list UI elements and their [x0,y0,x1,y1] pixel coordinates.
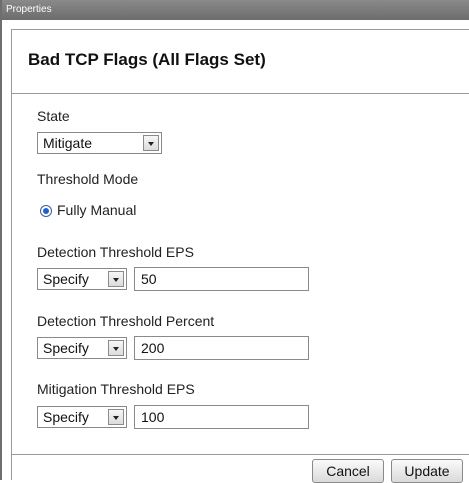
detection-eps-input[interactable]: 50 [134,267,309,291]
detection-eps-mode-select[interactable]: Specify [37,268,127,290]
detection-eps-label: Detection Threshold EPS [37,244,194,260]
window-title: Properties [2,0,469,20]
detection-percent-mode-select[interactable]: Specify [37,337,127,359]
mitigation-eps-label: Mitigation Threshold EPS [37,381,195,397]
update-button[interactable]: Update [391,459,463,483]
chevron-down-icon[interactable] [108,340,124,356]
detection-percent-label: Detection Threshold Percent [37,313,215,329]
fully-manual-label: Fully Manual [57,202,137,218]
properties-window: Properties Bad TCP Flags (All Flags Set)… [0,0,469,483]
cancel-button[interactable]: Cancel [312,459,384,483]
panel-heading: Bad TCP Flags (All Flags Set) [28,50,266,69]
mitigation-eps-mode-select[interactable]: Specify [37,406,127,428]
state-select[interactable]: Mitigate [37,132,162,154]
detection-percent-mode-value: Specify [43,340,89,356]
mitigation-eps-input[interactable]: 100 [134,405,309,429]
threshold-mode-label: Threshold Mode [37,171,139,187]
detection-eps-mode-value: Specify [43,271,89,287]
heading-divider [12,93,469,94]
fully-manual-radio[interactable] [40,205,52,217]
footer-divider [12,454,469,455]
mitigation-eps-mode-value: Specify [43,409,89,425]
state-label: State [37,108,70,124]
detection-percent-input[interactable]: 200 [134,336,309,360]
chevron-down-icon[interactable] [143,135,159,151]
chevron-down-icon[interactable] [108,271,124,287]
state-select-value: Mitigate [43,135,93,151]
chevron-down-icon[interactable] [108,409,124,425]
properties-panel: Bad TCP Flags (All Flags Set) State Miti… [11,29,469,483]
